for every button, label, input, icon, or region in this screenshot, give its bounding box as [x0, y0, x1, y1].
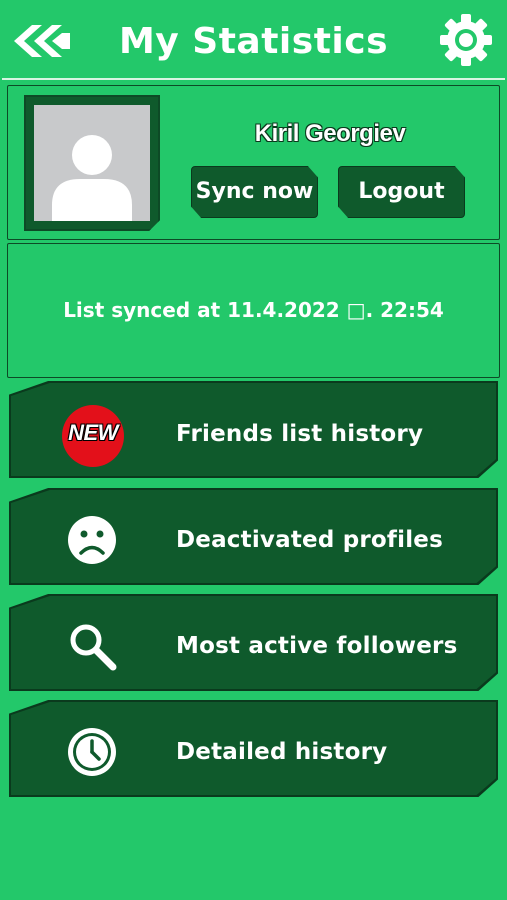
avatar: [34, 105, 150, 221]
new-badge-text: NEW: [68, 420, 118, 445]
menu-item-label: Friends list history: [176, 421, 424, 447]
menu-item-label: Detailed history: [176, 739, 388, 765]
settings-button[interactable]: [438, 12, 494, 68]
magnifier-icon: [66, 620, 118, 672]
menu-item-label: Most active followers: [176, 633, 458, 659]
sync-status-text: List synced at 11.4.2022 □. 22:54: [63, 298, 444, 322]
sync-now-button[interactable]: Sync now: [191, 166, 318, 218]
clock-icon: [66, 726, 118, 778]
double-chevron-left-icon: [14, 25, 70, 57]
user-name: Kiril Georgiev: [254, 120, 406, 147]
sad-face-icon: [66, 514, 118, 566]
user-placeholder-icon: [52, 135, 132, 221]
gear-icon: [440, 14, 492, 66]
logout-button[interactable]: Logout: [338, 166, 465, 218]
back-button[interactable]: [12, 22, 72, 60]
page-title: My Statistics: [118, 21, 389, 62]
menu-item-label: Deactivated profiles: [176, 527, 443, 553]
